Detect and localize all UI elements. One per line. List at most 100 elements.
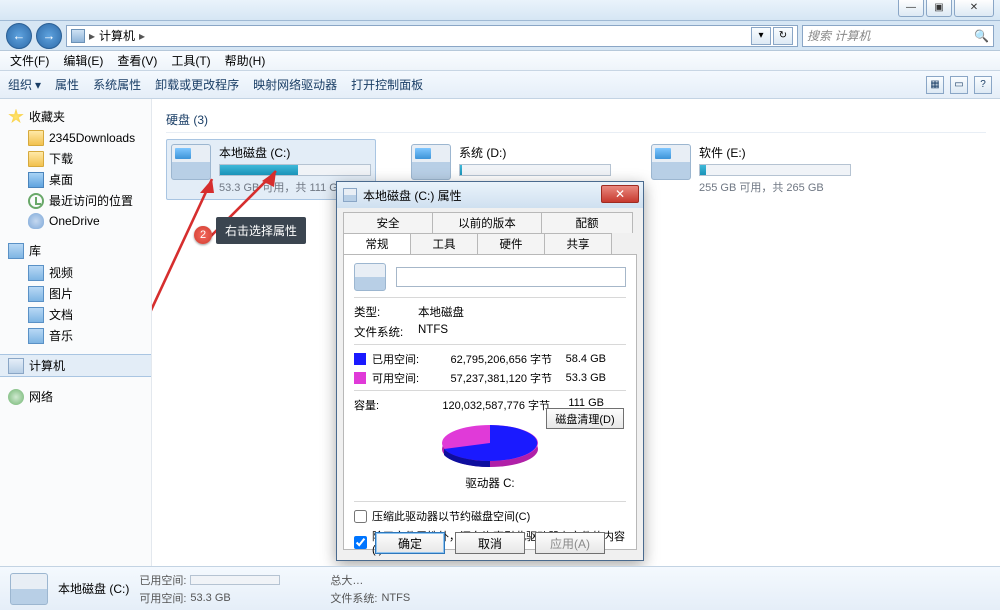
annotation-badge-2: 2 xyxy=(194,226,212,244)
drive-icon xyxy=(651,144,691,180)
toolbar-organize[interactable]: 组织▾ xyxy=(8,76,41,93)
sidebar-item-2345downloads[interactable]: 2345Downloads xyxy=(0,128,151,148)
usage-pie-chart xyxy=(436,421,544,471)
value-used-bytes: 62,795,206,656 字节 xyxy=(434,351,552,367)
dialog-titlebar[interactable]: 本地磁盘 (C:) 属性 ✕ xyxy=(337,182,643,208)
annotation-arrow-1 xyxy=(152,159,242,479)
drive-label-input[interactable] xyxy=(396,267,626,287)
toolbar-help-button[interactable]: ? xyxy=(974,76,992,94)
tab-security[interactable]: 安全 xyxy=(343,212,433,233)
drive-name: 系统 (D:) xyxy=(459,144,611,161)
tab-tools[interactable]: 工具 xyxy=(410,233,478,254)
folder-icon xyxy=(28,151,44,167)
sidebar-item-onedrive[interactable]: OneDrive xyxy=(0,211,151,231)
toolbar-control-panel[interactable]: 打开控制面板 xyxy=(351,76,423,93)
drive-e[interactable]: 软件 (E:) 255 GB 可用，共 265 GB xyxy=(646,139,856,200)
sidebar-group-favorites[interactable]: 收藏夹 xyxy=(0,105,151,128)
sidebar-item-music[interactable]: 音乐 xyxy=(0,325,151,346)
apply-button[interactable]: 应用(A) xyxy=(535,532,605,554)
sidebar-item-computer[interactable]: 计算机 xyxy=(0,354,151,377)
window-maximize-button[interactable]: ▣ xyxy=(926,0,952,17)
menu-tools[interactable]: 工具(T) xyxy=(165,50,216,71)
nav-row: ← → ▸ 计算机 ▸ ▾ ↻ 搜索 计算机 🔍 xyxy=(0,21,1000,51)
label-free: 可用空间: xyxy=(372,370,428,386)
tab-previous-versions[interactable]: 以前的版本 xyxy=(432,212,542,233)
search-input[interactable]: 搜索 计算机 🔍 xyxy=(802,25,994,47)
ok-button[interactable]: 确定 xyxy=(375,532,445,554)
sidebar-item-recent[interactable]: 最近访问的位置 xyxy=(0,190,151,211)
sidebar: 收藏夹 2345Downloads 下载 桌面 最近访问的位置 OneDrive… xyxy=(0,99,152,566)
sidebar-item-documents[interactable]: 文档 xyxy=(0,304,151,325)
document-icon xyxy=(28,307,44,323)
status-free-label: 可用空间: xyxy=(139,590,186,606)
window-titlebar: — ▣ ✕ xyxy=(0,0,1000,21)
checkbox-compress[interactable]: 压缩此驱动器以节约磁盘空间(C) xyxy=(354,508,626,524)
search-placeholder: 搜索 计算机 xyxy=(807,27,870,44)
free-color-swatch xyxy=(354,372,366,384)
nav-forward-button[interactable]: → xyxy=(36,23,62,49)
menu-file[interactable]: 文件(F) xyxy=(4,50,55,71)
tab-hardware[interactable]: 硬件 xyxy=(477,233,545,254)
status-total-label: 总大… xyxy=(330,572,363,588)
sidebar-item-network[interactable]: 网络 xyxy=(0,385,151,408)
sidebar-item-downloads[interactable]: 下载 xyxy=(0,148,151,169)
sidebar-group-libraries[interactable]: 库 xyxy=(0,239,151,262)
properties-dialog: 本地磁盘 (C:) 属性 ✕ 安全 以前的版本 配额 常规 工具 硬件 共享 类… xyxy=(336,181,644,561)
dialog-body: 类型:本地磁盘 文件系统:NTFS 已用空间:62,795,206,656 字节… xyxy=(343,254,637,550)
window-close-button[interactable]: ✕ xyxy=(954,0,994,17)
menu-help[interactable]: 帮助(H) xyxy=(219,50,272,71)
used-color-swatch xyxy=(354,353,366,365)
toolbar-view-button[interactable]: ▦ xyxy=(926,76,944,94)
sidebar-item-videos[interactable]: 视频 xyxy=(0,262,151,283)
recent-icon xyxy=(28,193,44,209)
nav-back-button[interactable]: ← xyxy=(6,23,32,49)
star-icon xyxy=(8,109,24,125)
tab-quota[interactable]: 配额 xyxy=(541,212,633,233)
video-icon xyxy=(28,265,44,281)
chevron-right-icon[interactable]: ▸ xyxy=(139,29,145,43)
status-used-label: 已用空间: xyxy=(139,572,186,588)
toolbar-uninstall[interactable]: 卸载或更改程序 xyxy=(155,76,239,93)
status-bar: 本地磁盘 (C:) 已用空间: 可用空间:53.3 GB 总大… 文件系统:NT… xyxy=(0,566,1000,610)
address-dropdown-button[interactable]: ▾ xyxy=(751,27,771,45)
pie-drive-label: 驱动器 C: xyxy=(354,475,626,491)
status-drive-name: 本地磁盘 (C:) xyxy=(58,580,129,597)
refresh-button[interactable]: ↻ xyxy=(773,27,793,45)
menu-edit[interactable]: 编辑(E) xyxy=(57,50,109,71)
toolbar-system-properties[interactable]: 系统属性 xyxy=(93,76,141,93)
value-filesystem: NTFS xyxy=(418,324,448,340)
sidebar-item-desktop[interactable]: 桌面 xyxy=(0,169,151,190)
desktop-icon xyxy=(28,172,44,188)
tab-sharing[interactable]: 共享 xyxy=(544,233,612,254)
search-icon: 🔍 xyxy=(974,29,989,43)
status-fs-value: NTFS xyxy=(381,592,410,604)
value-free-hr: 53.3 GB xyxy=(558,372,606,384)
value-free-bytes: 57,237,381,120 字节 xyxy=(434,370,552,386)
label-used: 已用空间: xyxy=(372,351,428,367)
toolbar-map-drive[interactable]: 映射网络驱动器 xyxy=(253,76,337,93)
folder-icon xyxy=(28,130,44,146)
menu-view[interactable]: 查看(V) xyxy=(111,50,163,71)
drive-icon xyxy=(171,144,211,180)
drive-usage-bar xyxy=(699,164,851,176)
value-capacity-bytes: 120,032,587,776 字节 xyxy=(432,397,550,413)
dialog-title: 本地磁盘 (C:) 属性 xyxy=(363,187,462,204)
value-used-hr: 58.4 GB xyxy=(558,353,606,365)
drive-name: 软件 (E:) xyxy=(699,144,851,161)
address-bar[interactable]: ▸ 计算机 ▸ ▾ ↻ xyxy=(66,25,798,47)
music-icon xyxy=(28,328,44,344)
breadcrumb[interactable]: 计算机 xyxy=(99,27,135,44)
section-header-drives[interactable]: 硬盘 (3) xyxy=(166,107,986,133)
toolbar-properties[interactable]: 属性 xyxy=(55,76,79,93)
window-minimize-button[interactable]: — xyxy=(898,0,924,17)
tab-general[interactable]: 常规 xyxy=(343,233,411,254)
cancel-button[interactable]: 取消 xyxy=(455,532,525,554)
disk-cleanup-button[interactable]: 磁盘清理(D) xyxy=(546,408,624,429)
computer-icon xyxy=(71,29,85,43)
annotation-tooltip: 右击选择属性 xyxy=(216,217,306,244)
dialog-close-button[interactable]: ✕ xyxy=(601,185,639,203)
toolbar-preview-button[interactable]: ▭ xyxy=(950,76,968,94)
chevron-down-icon: ▾ xyxy=(35,78,41,92)
cloud-icon xyxy=(28,213,44,229)
sidebar-item-pictures[interactable]: 图片 xyxy=(0,283,151,304)
